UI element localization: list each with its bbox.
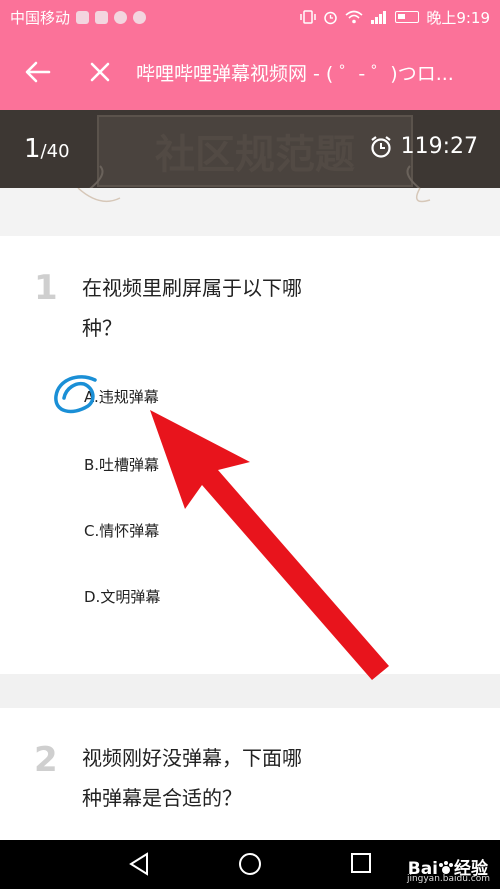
camera-notification-icon bbox=[114, 10, 128, 24]
paw-icon bbox=[439, 861, 453, 874]
question-line: 种弹幕是合适的？ bbox=[82, 786, 242, 810]
total-questions: /40 bbox=[40, 141, 70, 162]
page-title: 哔哩哔哩弹幕视频网 - ( ゜- ゜)つロ... bbox=[136, 62, 454, 85]
question-text: 在视频里刷屏属于以下哪 种？ bbox=[82, 268, 342, 348]
status-right: 晚上9:19 bbox=[300, 7, 490, 28]
status-left: 中国移动 bbox=[10, 7, 147, 28]
app-titlebar: 哔哩哔哩弹幕视频网 - ( ゜- ゜)つロ... bbox=[0, 34, 500, 110]
alarm-status-icon bbox=[324, 11, 338, 24]
recents-square-icon[interactable] bbox=[350, 852, 372, 874]
alarm-clock-icon bbox=[370, 135, 391, 158]
cat-notification-icon bbox=[95, 10, 109, 24]
wifi-icon bbox=[345, 10, 363, 24]
option-a[interactable]: A.违规弹幕 bbox=[84, 386, 159, 407]
system-nav-bar: Bai 经验 jingyan.baidu.com bbox=[0, 840, 500, 889]
status-time: 晚上9:19 bbox=[426, 8, 490, 27]
back-button[interactable] bbox=[16, 50, 60, 94]
question-text: 视频刚好没弹幕，下面哪 种弹幕是合适的？ bbox=[82, 738, 342, 818]
arrow-left-icon bbox=[25, 61, 51, 83]
option-c[interactable]: C.情怀弹幕 bbox=[84, 520, 159, 541]
home-circle-icon[interactable] bbox=[238, 852, 262, 876]
option-b[interactable]: B.吐槽弹幕 bbox=[84, 454, 159, 475]
question-card: 1 在视频里刷屏属于以下哪 种？ A.违规弹幕 B.吐槽弹幕 C.情怀弹幕 D.… bbox=[0, 236, 500, 674]
timer-value: 119:27 bbox=[400, 134, 478, 159]
quiz-timer: 119:27 bbox=[369, 134, 478, 159]
question-counter: 1/40 bbox=[24, 134, 70, 164]
question-number: 1 bbox=[34, 268, 58, 308]
message-notification-icon bbox=[133, 10, 147, 24]
question-line: 种？ bbox=[82, 316, 122, 340]
back-triangle-icon[interactable] bbox=[128, 852, 150, 876]
question-line: 视频刚好没弹幕，下面哪 bbox=[82, 746, 302, 770]
banner-text: 社区规范题 bbox=[155, 131, 355, 178]
status-bar: 中国移动 晚上9:19 bbox=[0, 0, 500, 34]
watermark-url: jingyan.baidu.com bbox=[406, 874, 490, 884]
paper-edge-decoration bbox=[77, 187, 431, 203]
quiz-header: 社区规范题 1/40 119:27 bbox=[0, 110, 500, 197]
battery-icon bbox=[395, 11, 420, 23]
app-notification-icon bbox=[76, 10, 90, 24]
question-number: 2 bbox=[34, 740, 58, 780]
carrier-label: 中国移动 bbox=[10, 8, 71, 27]
question-card: 2 视频刚好没弹幕，下面哪 种弹幕是合适的？ bbox=[0, 708, 500, 840]
question-line: 在视频里刷屏属于以下哪 bbox=[82, 276, 302, 300]
option-d[interactable]: D.文明弹幕 bbox=[84, 586, 160, 607]
current-question: 1 bbox=[24, 134, 41, 164]
vibrate-icon bbox=[300, 10, 317, 24]
close-icon bbox=[90, 62, 110, 82]
signal-icon bbox=[371, 11, 387, 24]
close-button[interactable] bbox=[78, 50, 122, 94]
paper-strip bbox=[0, 187, 500, 236]
